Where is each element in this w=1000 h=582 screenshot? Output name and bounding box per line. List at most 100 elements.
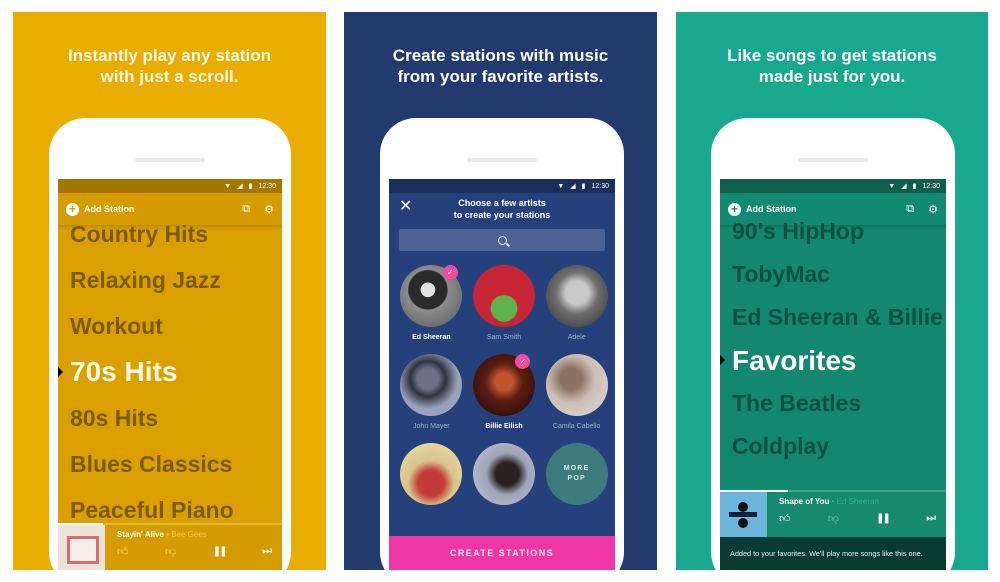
thumbs-down-icon[interactable]: 👎︎	[828, 512, 839, 525]
artist-tile[interactable]: Camila Cabello	[540, 354, 613, 433]
phone-speaker	[135, 158, 205, 162]
phone-screen: ▼ ◢ ▮ 12:30 + Add Station ⧉ ⚙ 90's HipHo…	[720, 179, 946, 570]
now-playing-bar: Shape of You • Ed Sheeran 👍︎ 👎︎ ❚❚ ⏭︎	[720, 490, 946, 537]
station-item[interactable]: TobyMac	[732, 253, 946, 296]
promo-panel-like-songs: Like songs to get stations made just for…	[676, 12, 988, 570]
headline-line-2: from your favorite artists.	[397, 67, 604, 86]
artist-avatar	[545, 265, 608, 327]
selected-check-icon: ✓	[442, 265, 458, 280]
more-label: MORE	[563, 465, 590, 472]
album-art	[720, 492, 767, 537]
choose-artists-header: ✕ Choose a few artists to create your st…	[389, 193, 615, 223]
create-stations-button[interactable]: CREATE STATIONS	[389, 536, 615, 570]
track-info: Stayin' Alive • Bee Gees	[117, 530, 274, 539]
station-item[interactable]: 80s Hits	[70, 395, 282, 441]
search-icon	[497, 235, 507, 245]
artist-name: Ed Sheeran	[412, 334, 451, 341]
signal-icon: ◢	[570, 183, 576, 190]
phone-speaker	[467, 158, 537, 162]
panel-headline: Instantly play any station with just a s…	[13, 45, 326, 87]
station-item[interactable]: Coldplay	[732, 425, 946, 468]
station-item-active[interactable]: 70s Hits	[70, 349, 282, 395]
separator: •	[829, 497, 837, 506]
artist-name: John Mayer	[413, 423, 450, 430]
battery-icon: ▮	[912, 183, 917, 190]
pause-icon[interactable]: ❚❚	[876, 513, 891, 524]
skip-next-icon[interactable]: ⏭︎	[926, 512, 936, 525]
more-pop-button[interactable]: MORE POP	[545, 443, 608, 505]
artist-name: Billie Eilish	[485, 423, 523, 430]
artist-tile[interactable]: Adele	[540, 265, 613, 344]
station-item[interactable]: Blues Classics	[70, 441, 282, 487]
headline-line-1: Like songs to get stations	[727, 46, 937, 65]
thumbs-up-icon[interactable]: 👍︎	[779, 512, 791, 525]
current-station-pointer-icon	[58, 367, 63, 377]
thumbs-down-icon[interactable]: 👎︎	[165, 545, 176, 558]
more-pop-tile[interactable]: MORE POP	[540, 443, 613, 505]
artist-tile[interactable]	[468, 443, 541, 505]
artist-name: Adele	[567, 334, 586, 341]
song-artist: Bee Gees	[171, 530, 207, 539]
phone-mockup: ▼ ◢ ▮ 12:30 + Add Station ⧉ ⚙ 90's HipHo…	[711, 118, 955, 570]
status-bar: ▼ ◢ ▮ 12:30	[720, 179, 946, 193]
status-time: 12:30	[922, 182, 940, 190]
choose-artists-title: Choose a few artists to create your stat…	[389, 193, 615, 221]
panel-headline: Like songs to get stations made just for…	[676, 45, 988, 87]
headline-line-2: with just a scroll.	[100, 67, 239, 86]
station-list[interactable]: 90's HipHop TobyMac Ed Sheeran & Billie …	[720, 210, 946, 468]
wifi-icon: ▼	[888, 182, 896, 190]
pause-icon[interactable]: ❚❚	[213, 546, 228, 557]
artist-name: Sam Smith	[486, 334, 522, 341]
song-title: Shape of You	[779, 497, 830, 506]
artist-search-input[interactable]	[399, 229, 605, 251]
artist-grid: ✓ Ed Sheeran Sam Smith Adele John Mayer	[389, 251, 615, 505]
headline-line-1: Create stations with music	[392, 46, 609, 65]
station-item[interactable]: Relaxing Jazz	[70, 257, 282, 303]
wifi-icon: ▼	[557, 182, 565, 190]
status-bar: ▼ ◢ ▮ 12:30	[58, 179, 282, 193]
headline-line-1: Instantly play any station	[67, 46, 272, 65]
station-item-active[interactable]: Favorites	[732, 339, 946, 382]
phone-screen: ▼ ◢ ▮ 12:30 + Add Station ⧉ ⚙ Country Hi…	[58, 179, 282, 570]
favorites-toast: Added to your favorites. We'll play more…	[720, 537, 946, 570]
artist-tile[interactable]: ✓ Billie Eilish	[468, 354, 541, 433]
signal-icon: ◢	[901, 183, 907, 190]
battery-icon: ▮	[581, 183, 586, 190]
promo-panel-create-stations: Create stations with music from your fav…	[344, 12, 657, 570]
track-info: Shape of You • Ed Sheeran	[779, 497, 938, 506]
album-art	[58, 525, 105, 570]
title-line-1: Choose a few artists	[458, 198, 546, 208]
promo-panel-scroll-stations: Instantly play any station with just a s…	[13, 12, 326, 570]
status-time: 12:30	[591, 182, 609, 190]
station-item[interactable]: 90's HipHop	[732, 210, 946, 253]
artist-avatar	[472, 443, 535, 505]
artist-tile[interactable]: ✓ Ed Sheeran	[395, 265, 468, 344]
station-list[interactable]: Country Hits Relaxing Jazz Workout 70s H…	[58, 211, 282, 533]
thumbs-up-icon[interactable]: 👍︎	[117, 545, 129, 558]
close-icon[interactable]: ✕	[399, 199, 412, 215]
artist-name: Camila Cabello	[552, 423, 601, 430]
station-item[interactable]: Country Hits	[70, 211, 282, 257]
status-time: 12:30	[258, 182, 276, 190]
current-station-pointer-icon	[720, 355, 725, 365]
artist-avatar	[400, 354, 463, 416]
title-line-2: to create your stations	[453, 210, 551, 220]
signal-icon: ◢	[237, 183, 243, 190]
station-item[interactable]: Ed Sheeran & Billie	[732, 296, 946, 339]
station-item[interactable]: The Beatles	[732, 382, 946, 425]
phone-mockup: ▼ ◢ ▮ 12:30 ✕ Choose a few artists to cr…	[380, 118, 624, 570]
status-bar: ▼ ◢ ▮ 12:30	[389, 179, 615, 193]
artist-avatar	[472, 265, 535, 327]
artist-tile[interactable]: John Mayer	[395, 354, 468, 433]
station-item[interactable]: Workout	[70, 303, 282, 349]
phone-mockup: ▼ ◢ ▮ 12:30 + Add Station ⧉ ⚙ Country Hi…	[49, 118, 291, 570]
song-artist: Ed Sheeran	[836, 497, 879, 506]
skip-next-icon[interactable]: ⏭︎	[262, 545, 272, 558]
artist-tile[interactable]: Sam Smith	[468, 265, 541, 344]
headline-line-2: made just for you.	[758, 67, 906, 86]
artist-tile[interactable]	[395, 443, 468, 505]
panel-headline: Create stations with music from your fav…	[344, 45, 657, 87]
phone-screen: ▼ ◢ ▮ 12:30 ✕ Choose a few artists to cr…	[389, 179, 615, 570]
artist-avatar	[545, 354, 608, 416]
song-title: Stayin' Alive	[117, 530, 164, 539]
